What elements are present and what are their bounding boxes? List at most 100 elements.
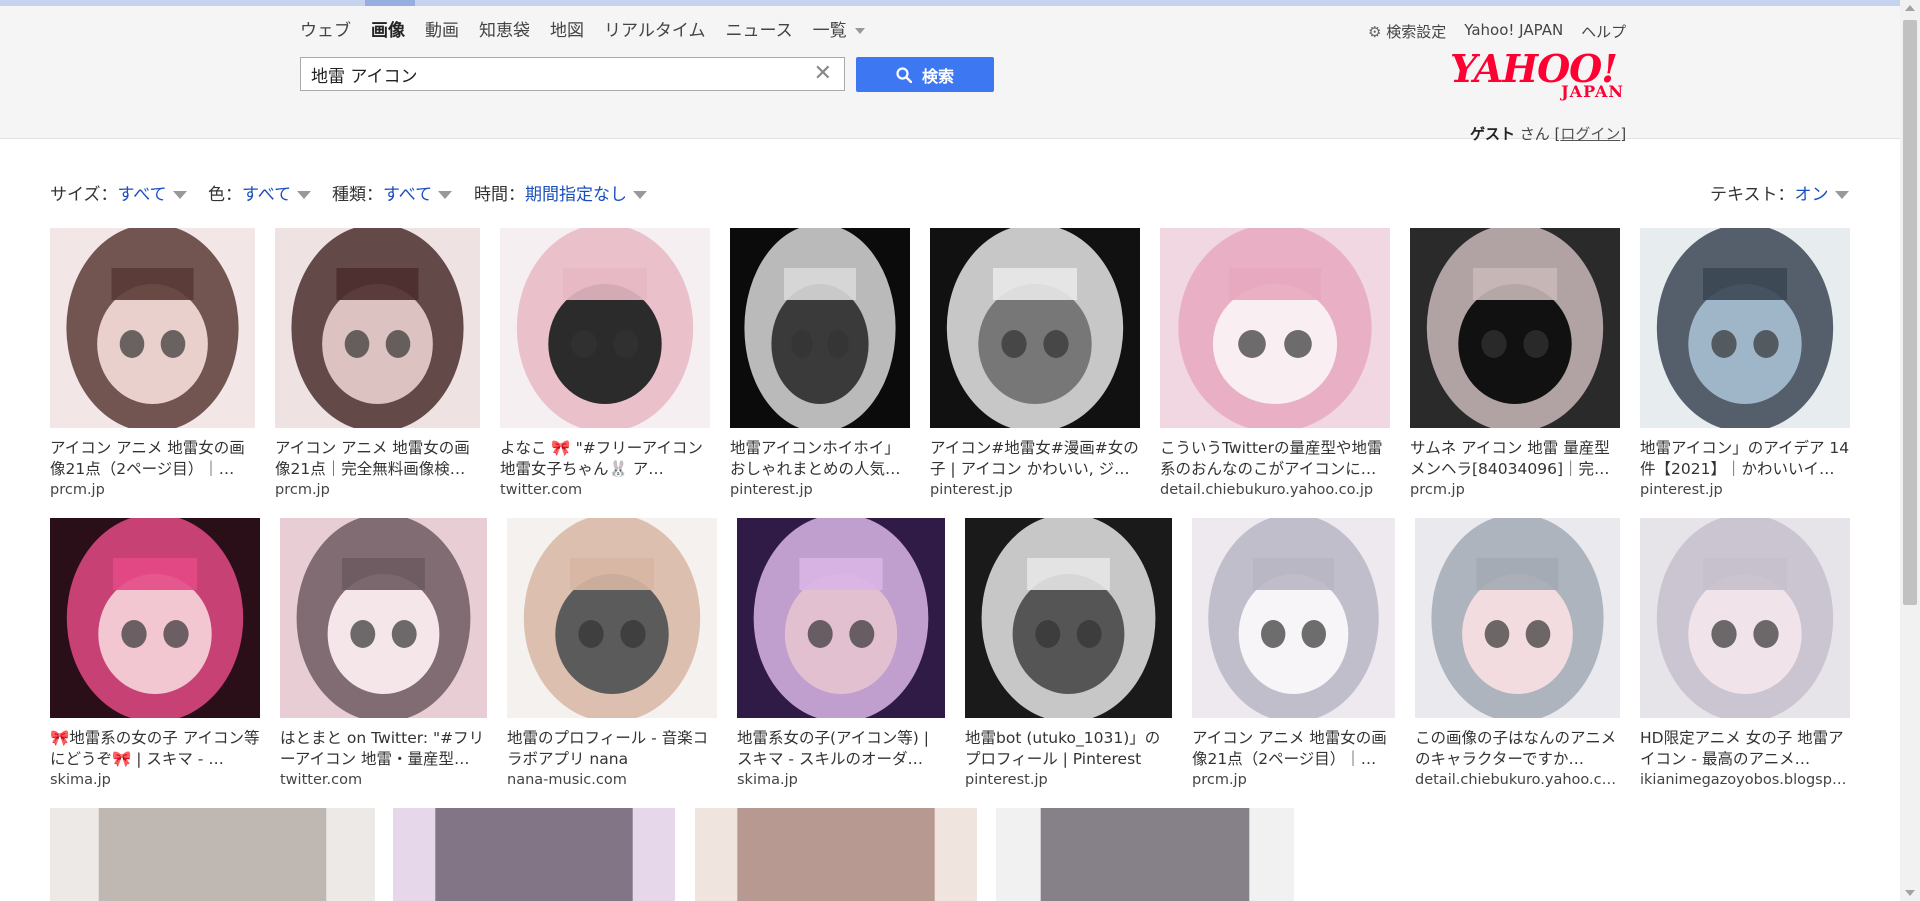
result-thumbnail[interactable] [280, 518, 487, 718]
result-caption[interactable]: 地雷系女の子(アイコン等) | スキマ - スキルのオーダ… skima.jp [737, 728, 945, 791]
result-thumbnail[interactable] [930, 228, 1140, 428]
result-item[interactable]: アイコン#地雷女#漫画#女の子 | アイコン かわいい, ジ… pinterest… [930, 228, 1140, 510]
filter-size-value: すべて [117, 185, 167, 205]
result-thumbnail[interactable] [1160, 228, 1390, 428]
result-item[interactable]: サムネ アイコン 地雷 量産型 メンヘラ[84034096]｜完… prcm.jp [1410, 228, 1620, 510]
result-item[interactable]: はとまと on Twitter: "#フリーアイコン 地雷・量産型… twitte… [280, 518, 487, 800]
anime-avatar-image [1415, 518, 1620, 718]
result-caption[interactable]: はとまと on Twitter: "#フリーアイコン 地雷・量産型… twitte… [280, 728, 487, 791]
result-caption[interactable]: サムネ アイコン 地雷 量産型 メンヘラ[84034096]｜完… prcm.jp [1410, 438, 1620, 501]
result-caption[interactable]: アイコン アニメ 地雷女の画像21点｜完全無料画像検… prcm.jp [275, 438, 480, 501]
result-item[interactable]: こういうTwitterの量産型や地雷系のおんなのこがアイコンに… detail.c… [1160, 228, 1390, 510]
result-item[interactable]: 地雷のプロフィール - 音楽コラボアプリ nana nana-music.com [507, 518, 717, 800]
result-thumbnail[interactable] [50, 228, 255, 428]
result-item[interactable]: 🎀地雷系の女の子 アイコン等にどうぞ🎀 | スキマ - … skima.jp [50, 518, 260, 800]
result-caption[interactable]: 地雷アイコンホイホイ」おしゃれまとめの人気… pinterest.jp [730, 438, 910, 501]
result-item[interactable] [996, 808, 1294, 901]
result-caption[interactable]: HD限定アニメ 女の子 地雷アイコン - 最高のアニメ… ikianimegazo… [1640, 728, 1850, 791]
clear-icon[interactable]: ✕ [814, 61, 832, 86]
result-thumbnail[interactable] [275, 228, 480, 428]
yahoo-logo[interactable]: YAHOO! JAPAN [1450, 50, 1632, 104]
scroll-down-icon[interactable] [1905, 890, 1915, 896]
result-thumbnail[interactable] [507, 518, 717, 718]
filter-color[interactable]: 色：すべて [208, 180, 312, 205]
result-domain: skima.jp [737, 772, 798, 788]
result-title: アイコン アニメ 地雷女の画像21点｜完全無料画像検… [275, 439, 470, 478]
chevron-down-icon [172, 191, 187, 199]
tab-video[interactable]: 動画 [425, 16, 459, 41]
result-title: アイコン アニメ 地雷女の画像21点（2ページ目）｜… [50, 439, 245, 478]
settings-link[interactable]: ⚙ 検索設定 [1368, 21, 1446, 42]
result-item[interactable]: アイコン アニメ 地雷女の画像21点｜完全無料画像検… prcm.jp [275, 228, 480, 510]
chevron-down-icon [854, 28, 865, 34]
result-thumbnail[interactable] [737, 518, 945, 718]
tab-realtime[interactable]: リアルタイム [604, 16, 706, 41]
tab-more[interactable]: 一覧 [813, 16, 865, 41]
result-caption[interactable]: アイコン アニメ 地雷女の画像21点（2ページ目）｜… prcm.jp [1192, 728, 1395, 791]
result-domain: twitter.com [500, 482, 583, 498]
anime-avatar-image [695, 808, 977, 901]
result-caption[interactable]: アイコン#地雷女#漫画#女の子 | アイコン かわいい, ジ… pinterest… [930, 438, 1140, 501]
result-item[interactable] [695, 808, 977, 901]
user-status: ゲスト さん [ログイン] [1470, 123, 1626, 144]
result-title: 地雷アイコンホイホイ」おしゃれまとめの人気… [730, 439, 901, 478]
result-thumbnail[interactable] [500, 228, 710, 428]
filter-size-label: サイズ： [50, 185, 118, 205]
result-title: 地雷のプロフィール - 音楽コラボアプリ nana [507, 729, 709, 768]
filter-size[interactable]: サイズ：すべて [50, 180, 187, 205]
result-item[interactable]: アイコン アニメ 地雷女の画像21点（2ページ目）｜… prcm.jp [1192, 518, 1395, 800]
result-caption[interactable]: 地雷のプロフィール - 音楽コラボアプリ nana nana-music.com [507, 728, 717, 791]
result-thumbnail[interactable] [965, 518, 1172, 718]
result-item[interactable]: 地雷アイコンホイホイ」おしゃれまとめの人気… pinterest.jp [730, 228, 910, 510]
search-button[interactable]: 検索 [856, 57, 994, 92]
search-input[interactable] [301, 58, 801, 90]
tab-web[interactable]: ウェブ [300, 16, 351, 41]
result-item[interactable]: よなこ 🎀 "#フリーアイコン 地雷女子ちゃん🐰 ア… twitter.com [500, 228, 710, 510]
result-thumbnail[interactable] [50, 518, 260, 718]
filter-bar: サイズ：すべて 色：すべて 種類：すべて 時間：期間指定なし テキスト：オン [50, 180, 1850, 205]
result-item[interactable]: 地雷アイコン」のアイデア 14 件【2021】｜かわいいイ… pinterest.… [1640, 228, 1850, 510]
result-thumbnail[interactable] [1640, 228, 1850, 428]
result-thumbnail[interactable] [1410, 228, 1620, 428]
tab-map[interactable]: 地図 [550, 16, 584, 41]
result-item[interactable]: この画像の子はなんのアニメのキャラクターですか… detail.chiebukur… [1415, 518, 1620, 800]
result-caption[interactable]: 地雷アイコン」のアイデア 14 件【2021】｜かわいいイ… pinterest.… [1640, 438, 1850, 501]
result-item[interactable]: HD限定アニメ 女の子 地雷アイコン - 最高のアニメ… ikianimegazo… [1640, 518, 1850, 800]
result-item[interactable]: 地雷系女の子(アイコン等) | スキマ - スキルのオーダ… skima.jp [737, 518, 945, 800]
result-caption[interactable]: 地雷bot (utuko_1031)」のプロフィール | Pinterest pi… [965, 728, 1172, 791]
settings-label: 検索設定 [1386, 23, 1447, 41]
result-caption[interactable]: こういうTwitterの量産型や地雷系のおんなのこがアイコンに… detail.c… [1160, 438, 1390, 501]
anime-avatar-image [50, 518, 260, 718]
result-caption[interactable]: アイコン アニメ 地雷女の画像21点（2ページ目）｜… prcm.jp [50, 438, 255, 501]
tab-images[interactable]: 画像 [371, 16, 405, 41]
anime-avatar-image [393, 808, 675, 901]
result-domain: pinterest.jp [965, 772, 1048, 788]
result-item[interactable]: アイコン アニメ 地雷女の画像21点（2ページ目）｜… prcm.jp [50, 228, 255, 510]
result-caption[interactable]: よなこ 🎀 "#フリーアイコン 地雷女子ちゃん🐰 ア… twitter.com [500, 438, 710, 501]
result-thumbnail[interactable] [730, 228, 910, 428]
result-item[interactable] [50, 808, 375, 901]
yahoo-japan-link[interactable]: Yahoo! JAPAN [1464, 21, 1563, 42]
filter-time[interactable]: 時間：期間指定なし [474, 180, 647, 205]
result-item[interactable] [393, 808, 675, 901]
chevron-down-icon [633, 191, 647, 199]
result-caption[interactable]: 🎀地雷系の女の子 アイコン等にどうぞ🎀 | スキマ - … skima.jp [50, 728, 260, 791]
scrollbar-thumb[interactable] [1903, 20, 1917, 605]
tab-news[interactable]: ニュース [726, 16, 793, 41]
result-thumbnail[interactable] [1415, 518, 1620, 718]
result-item[interactable]: 地雷bot (utuko_1031)」のプロフィール | Pinterest pi… [965, 518, 1172, 800]
tab-chiebukuro[interactable]: 知恵袋 [479, 16, 530, 41]
help-link[interactable]: ヘルプ [1581, 21, 1626, 42]
anime-avatar-image [280, 518, 487, 718]
filter-text[interactable]: テキスト：オン [1710, 180, 1849, 205]
result-thumbnail[interactable] [1640, 518, 1850, 718]
result-caption[interactable]: この画像の子はなんのアニメのキャラクターですか… detail.chiebukur… [1415, 728, 1620, 791]
result-thumbnail[interactable] [1192, 518, 1395, 718]
result-title: 🎀地雷系の女の子 アイコン等にどうぞ🎀 | スキマ - … [50, 729, 260, 768]
filter-time-value: 期間指定なし [525, 185, 627, 205]
scroll-up-icon[interactable] [1905, 5, 1915, 11]
filter-type[interactable]: 種類：すべて [332, 180, 453, 205]
filter-text-value: オン [1794, 185, 1829, 205]
login-link[interactable]: ログイン [1560, 125, 1620, 143]
scrollbar[interactable] [1900, 0, 1920, 901]
